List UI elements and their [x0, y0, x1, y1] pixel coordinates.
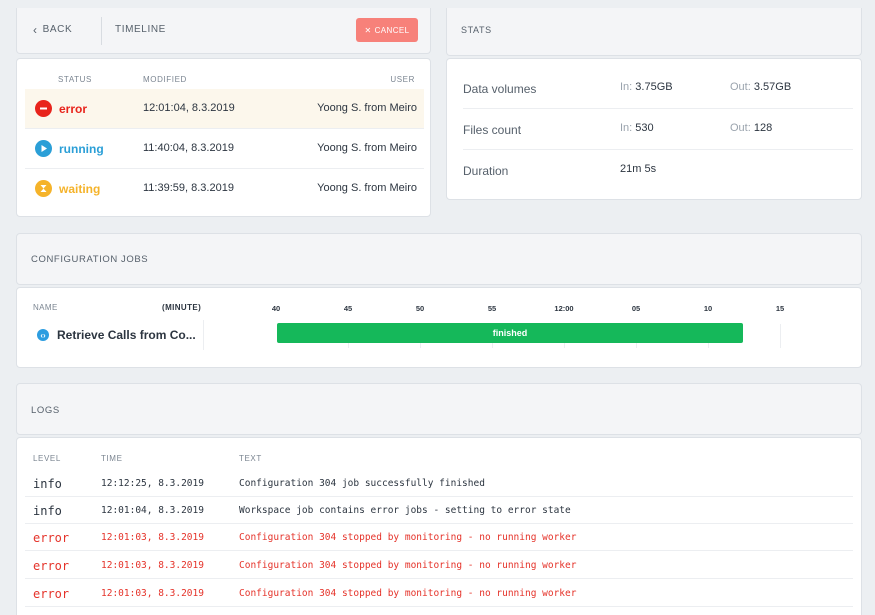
time-tick: 10 [703, 304, 713, 313]
column-divider [203, 320, 204, 350]
stat-in: In: 3.75GB [620, 81, 673, 93]
stats-row: Files count In: 530 Out: 128 [463, 109, 853, 150]
stats-row: Data volumes In: 3.75GB Out: 3.57GB [463, 68, 853, 109]
cancel-button[interactable]: ✕ CANCEL [356, 18, 418, 42]
log-text: Configuration 304 stopped by monitoring … [239, 588, 577, 599]
log-text: Configuration 304 stopped by monitoring … [239, 532, 577, 543]
name-column-header: NAME [33, 303, 58, 312]
log-time: 12:01:03, 8.3.2019 [101, 560, 204, 571]
stat-label: Data volumes [463, 82, 537, 96]
log-text: Configuration 304 stopped by monitoring … [239, 560, 577, 571]
log-text: Configuration 304 job successfully finis… [239, 478, 485, 489]
play-circle-icon [35, 140, 52, 157]
modified-time: 12:01:04, 8.3.2019 [143, 102, 235, 114]
minute-column-header: (MINUTE) [162, 303, 202, 312]
back-label: BACK [42, 24, 73, 35]
log-row: info 12:12:25, 8.3.2019 Configuration 30… [25, 470, 853, 497]
timeline-row[interactable]: running 11:40:04, 8.3.2019 Yoong S. from… [25, 129, 424, 169]
stat-out: Out: 3.57GB [730, 81, 792, 93]
hourglass-icon [35, 180, 52, 197]
logs-panel: LEVEL TIME TEXT info 12:12:25, 8.3.2019 … [16, 437, 862, 615]
chevron-left-icon: ‹ [33, 22, 38, 37]
modified-column-header: MODIFIED [143, 75, 187, 84]
stats-panel: Data volumes In: 3.75GB Out: 3.57GB File… [446, 58, 862, 200]
log-level: info [33, 477, 62, 491]
log-level: info [33, 504, 62, 518]
log-level: error [33, 559, 70, 573]
minus-circle-icon [35, 100, 52, 117]
time-tick: 50 [415, 304, 425, 313]
cancel-label: CANCEL [374, 25, 410, 35]
status-column-header: STATUS [58, 75, 92, 84]
job-name-label: Retrieve Calls from Co... [57, 328, 196, 342]
job-component-icon: ‹› [37, 329, 49, 341]
log-time: 12:01:03, 8.3.2019 [101, 588, 204, 599]
user-name: Yoong S. from Meiro [317, 182, 417, 194]
timeline-row[interactable]: error 12:01:04, 8.3.2019 Yoong S. from M… [25, 89, 424, 129]
log-time: 12:01:04, 8.3.2019 [101, 505, 204, 516]
config-jobs-panel: NAME (MINUTE) 40 45 50 55 12:00 05 10 15… [16, 287, 862, 368]
log-time: 12:01:03, 8.3.2019 [101, 532, 204, 543]
header-divider [101, 17, 102, 45]
log-row: info 12:01:04, 8.3.2019 Workspace job co… [25, 497, 853, 524]
stat-duration: 21m 5s [620, 163, 657, 175]
logs-title: LOGS [31, 405, 60, 416]
log-row: error 12:01:03, 8.3.2019 Configuration 3… [25, 524, 853, 551]
status-label: error [59, 101, 88, 116]
job-name[interactable]: ‹› Retrieve Calls from Co... [37, 328, 196, 342]
time-tick: 45 [343, 304, 353, 313]
time-tick: 40 [271, 304, 281, 313]
config-jobs-header: CONFIGURATION JOBS [16, 233, 862, 285]
timeline-row[interactable]: waiting 11:39:59, 8.3.2019 Yoong S. from… [25, 169, 424, 209]
time-tick: 15 [775, 304, 785, 313]
log-row: error 12:01:03, 8.3.2019 Configuration 3… [25, 552, 853, 579]
log-level: error [33, 587, 70, 601]
time-tick: 05 [631, 304, 641, 313]
time-tick: 12:00 [554, 304, 574, 313]
timeline-panel: STATUS MODIFIED USER error 12:01:04, 8.3… [16, 58, 431, 217]
log-text: Workspace job contains error jobs - sett… [239, 505, 571, 516]
modified-time: 11:40:04, 8.3.2019 [143, 142, 234, 154]
stats-title: STATS [461, 25, 492, 35]
user-column-header: USER [390, 75, 415, 84]
time-tick: 55 [487, 304, 497, 313]
time-column-header: TIME [101, 454, 123, 463]
stats-row: Duration 21m 5s [463, 150, 853, 191]
log-row: error 12:01:03, 8.3.2019 Configuration 3… [25, 580, 853, 607]
timeline-header: ‹ BACK TIMELINE ✕ CANCEL [16, 8, 431, 54]
timeline-title: TIMELINE [115, 24, 166, 35]
job-status-label: finished [492, 328, 528, 338]
stats-header: STATS [446, 8, 862, 56]
job-progress-bar[interactable]: finished [277, 323, 743, 343]
modified-time: 11:39:59, 8.3.2019 [143, 182, 234, 194]
config-jobs-title: CONFIGURATION JOBS [31, 254, 149, 265]
stat-label: Files count [463, 123, 522, 137]
close-icon: ✕ [364, 25, 372, 35]
status-label: running [59, 141, 104, 156]
user-name: Yoong S. from Meiro [317, 102, 417, 114]
level-column-header: LEVEL [33, 454, 61, 463]
stat-in: In: 530 [620, 122, 654, 134]
stat-out: Out: 128 [730, 122, 773, 134]
grid-line [780, 324, 781, 348]
log-time: 12:12:25, 8.3.2019 [101, 478, 204, 489]
back-button[interactable]: ‹ BACK [33, 22, 73, 37]
stat-label: Duration [463, 164, 509, 178]
log-level: error [33, 531, 70, 545]
logs-header: LOGS [16, 383, 862, 435]
status-label: waiting [59, 181, 101, 196]
text-column-header: TEXT [239, 454, 262, 463]
user-name: Yoong S. from Meiro [317, 142, 417, 154]
